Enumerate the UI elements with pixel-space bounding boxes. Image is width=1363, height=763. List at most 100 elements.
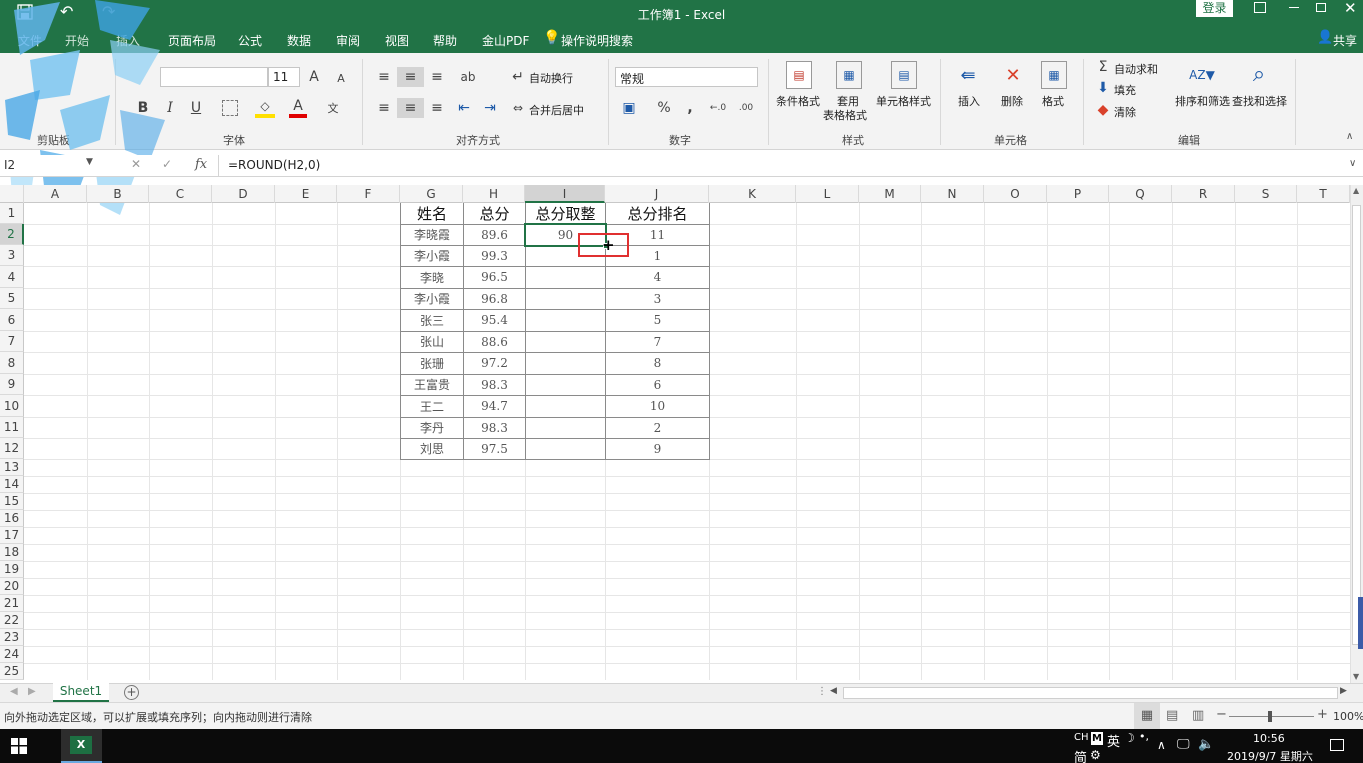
cell-I10[interactable] xyxy=(526,395,605,417)
cell-I7[interactable] xyxy=(526,331,605,352)
row-header[interactable]: 13 xyxy=(0,459,24,476)
merge-center-button[interactable]: 合并后居中 xyxy=(529,102,584,118)
cell-styles-icon[interactable]: ▤ xyxy=(891,61,917,89)
cell-J9[interactable]: 6 xyxy=(606,374,709,395)
cell-H6[interactable]: 95.4 xyxy=(464,309,525,331)
increase-decimal-icon[interactable]: ←.0 xyxy=(707,98,729,118)
find-select-button[interactable]: 查找和选择 xyxy=(1232,93,1287,109)
collapse-ribbon-icon[interactable]: ∧ xyxy=(1346,131,1353,142)
sort-filter-icon[interactable]: AZ▼ xyxy=(1188,61,1216,89)
cancel-entry-icon[interactable]: ✕ xyxy=(131,157,141,171)
volume-icon[interactable]: 🔈 xyxy=(1198,737,1214,752)
cell-styles-button[interactable]: 单元格样式 xyxy=(876,93,931,109)
align-center-icon[interactable]: ≡ xyxy=(397,98,424,118)
sheet-next-icon[interactable]: ▶ xyxy=(28,686,36,697)
merge-center-icon[interactable]: ⇔ xyxy=(510,98,526,118)
scroll-up-icon[interactable]: ▲ xyxy=(1353,186,1359,195)
add-sheet-icon[interactable]: + xyxy=(124,685,139,700)
clear-button[interactable]: 清除 xyxy=(1114,104,1136,120)
cell-H7[interactable]: 88.6 xyxy=(464,331,525,352)
row-header[interactable]: 25 xyxy=(0,663,24,680)
shrink-font-icon[interactable]: A xyxy=(333,68,349,88)
name-box[interactable]: I2 xyxy=(4,158,96,172)
horizontal-scrollbar[interactable] xyxy=(843,687,1338,699)
column-header-N[interactable]: N xyxy=(921,185,984,203)
conditional-format-icon[interactable]: ▤ xyxy=(786,61,812,89)
cell-I1[interactable]: 总分取整 xyxy=(526,203,605,224)
scroll-down-icon[interactable]: ▼ xyxy=(1353,672,1359,681)
row-header[interactable]: 10 xyxy=(0,395,24,417)
find-select-icon[interactable]: ⌕ xyxy=(1245,59,1273,89)
hscroll-right-icon[interactable]: ▶ xyxy=(1340,686,1347,696)
row-header[interactable]: 11 xyxy=(0,417,24,438)
row-header[interactable]: 7 xyxy=(0,331,24,352)
align-left-icon[interactable]: ≡ xyxy=(375,98,393,118)
row-header[interactable]: 3 xyxy=(0,245,24,266)
ime-settings-icon[interactable]: ⚙ xyxy=(1090,748,1101,762)
cell-G11[interactable]: 李丹 xyxy=(401,417,463,438)
cell-J7[interactable]: 7 xyxy=(606,331,709,352)
row-header[interactable]: 9 xyxy=(0,374,24,395)
tell-me-search[interactable]: 操作说明搜索 xyxy=(561,32,633,49)
table-format-icon[interactable]: ▦ xyxy=(836,61,862,89)
conditional-format-button[interactable]: 条件格式 xyxy=(776,93,820,109)
eraser-icon[interactable]: ◆ xyxy=(1096,102,1110,118)
align-top-icon[interactable]: ≡ xyxy=(375,67,393,87)
cell-J12[interactable]: 9 xyxy=(606,438,709,459)
delete-cells-button[interactable]: 删除 xyxy=(1001,93,1023,109)
align-middle-icon[interactable]: ≡ xyxy=(397,67,424,87)
cell-I9[interactable] xyxy=(526,374,605,395)
cell-J6[interactable]: 5 xyxy=(606,309,709,331)
column-header-S[interactable]: S xyxy=(1235,185,1297,203)
hscroll-left-icon[interactable]: ◀ xyxy=(830,686,837,696)
column-header-M[interactable]: M xyxy=(859,185,921,203)
orientation-icon[interactable]: ab xyxy=(456,67,480,87)
cell-G1[interactable]: 姓名 xyxy=(401,203,463,224)
cell-I8[interactable] xyxy=(526,352,605,374)
column-header-A[interactable]: A xyxy=(24,185,87,203)
row-header[interactable]: 2 xyxy=(0,224,24,245)
network-icon[interactable]: 🖵 xyxy=(1177,737,1190,752)
cell-J10[interactable]: 10 xyxy=(606,395,709,417)
column-header-H[interactable]: H xyxy=(463,185,525,203)
column-header-F[interactable]: F xyxy=(337,185,400,203)
tray-expand-icon[interactable]: ∧ xyxy=(1157,738,1166,752)
row-header[interactable]: 14 xyxy=(0,476,24,493)
formula-input[interactable]: =ROUND(H2,0) xyxy=(228,158,320,172)
autosum-icon[interactable]: Σ xyxy=(1096,59,1110,75)
cell-G9[interactable]: 王富贵 xyxy=(401,374,463,395)
row-header[interactable]: 15 xyxy=(0,493,24,510)
sort-filter-button[interactable]: 排序和筛选 xyxy=(1175,93,1230,109)
row-header[interactable]: 4 xyxy=(0,266,24,288)
page-layout-view-icon[interactable]: ▤ xyxy=(1166,708,1178,723)
column-header-C[interactable]: C xyxy=(149,185,212,203)
column-header-T[interactable]: T xyxy=(1297,185,1350,203)
wrap-text-button[interactable]: 自动换行 xyxy=(529,70,573,86)
excel-taskbar-icon[interactable]: X xyxy=(61,729,102,763)
tab-help[interactable]: 帮助 xyxy=(433,32,457,49)
tab-data[interactable]: 数据 xyxy=(287,32,311,49)
notification-icon[interactable] xyxy=(1330,739,1344,751)
fill-color-icon[interactable]: ◇ xyxy=(255,98,275,118)
ime-punct-icon[interactable]: •, xyxy=(1139,730,1149,743)
ime-language[interactable]: CH xyxy=(1074,732,1089,743)
row-header[interactable]: 21 xyxy=(0,595,24,612)
cell-H5[interactable]: 96.8 xyxy=(464,288,525,309)
cell-G5[interactable]: 李小霞 xyxy=(401,288,463,309)
select-all-corner[interactable] xyxy=(0,185,24,203)
insert-function-icon[interactable]: fx xyxy=(195,157,207,172)
restore-icon[interactable] xyxy=(1316,3,1326,12)
align-bottom-icon[interactable]: ≡ xyxy=(428,67,446,87)
column-header-D[interactable]: D xyxy=(212,185,275,203)
accounting-format-icon[interactable]: ▣ xyxy=(620,98,638,118)
cell-J1[interactable]: 总分排名 xyxy=(606,203,709,224)
tab-review[interactable]: 审阅 xyxy=(336,32,360,49)
column-header-O[interactable]: O xyxy=(984,185,1047,203)
zoom-level[interactable]: 100% xyxy=(1333,710,1363,723)
autosum-button[interactable]: 自动求和 xyxy=(1114,61,1158,77)
tab-view[interactable]: 视图 xyxy=(385,32,409,49)
name-box-dropdown-icon[interactable]: ▼ xyxy=(86,157,93,167)
cell-H12[interactable]: 97.5 xyxy=(464,438,525,459)
column-header-R[interactable]: R xyxy=(1172,185,1235,203)
row-header[interactable]: 8 xyxy=(0,352,24,374)
